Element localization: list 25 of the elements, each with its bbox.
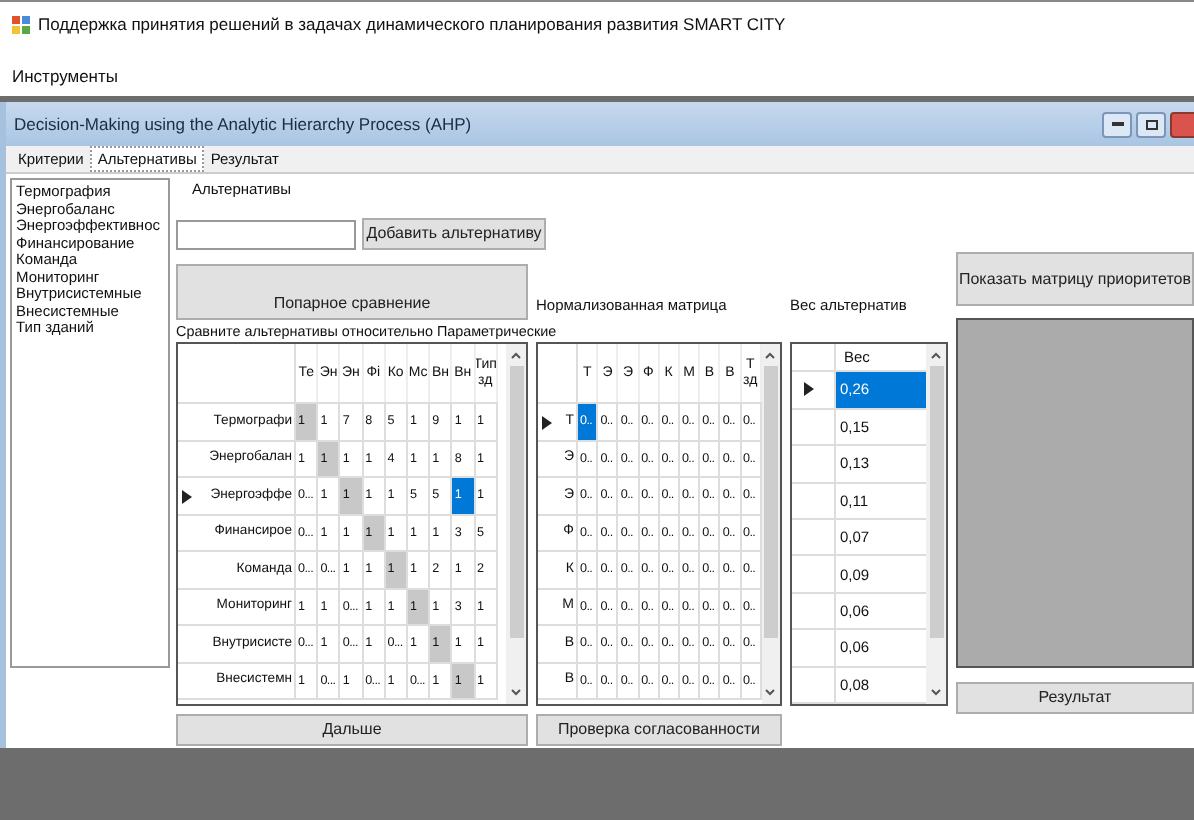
scroll-down-icon[interactable] xyxy=(510,686,522,699)
button[interactable]: Показать матрицу приоритетов xyxy=(956,252,1194,307)
row-pointer-icon xyxy=(542,415,552,429)
button[interactable]: Проверка согласованности xyxy=(536,714,782,747)
alternative-field[interactable] xyxy=(176,219,356,250)
scroll-up-icon[interactable] xyxy=(764,350,777,363)
scroll-up-icon[interactable] xyxy=(930,350,942,363)
scrollbar[interactable] xyxy=(506,344,526,705)
close-button[interactable] xyxy=(1170,111,1194,137)
scroll-up-icon[interactable] xyxy=(510,350,522,363)
row-pointer-icon xyxy=(182,489,192,503)
scroll-down-icon[interactable] xyxy=(930,686,942,699)
menu-item[interactable]: Инструменты xyxy=(12,63,119,89)
app-icon xyxy=(12,16,30,34)
scroll-down-icon[interactable] xyxy=(764,686,777,699)
window-title: Decision-Making using the Analytic Hierarchy Process (AHP) xyxy=(14,111,474,137)
button[interactable]: Попарное сравнение xyxy=(176,264,528,321)
maximize-button[interactable] xyxy=(1136,111,1166,137)
minimize-button[interactable] xyxy=(1102,111,1132,137)
button[interactable]: Дальше xyxy=(176,714,528,747)
scrollbar[interactable] xyxy=(926,344,946,705)
row-pointer-icon xyxy=(804,382,814,397)
button[interactable]: Добавить альтернативу xyxy=(362,218,546,251)
app-title: Поддержка принятия решений в задачах динамического планирования развития SMART CITY xyxy=(38,12,786,38)
button[interactable]: Результат xyxy=(956,682,1194,715)
